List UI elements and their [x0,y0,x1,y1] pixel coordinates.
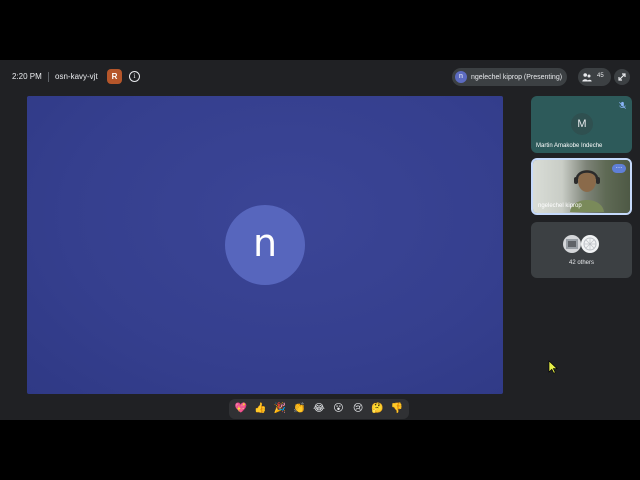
presenter-chip[interactable]: n ngelechel kiprop (Presenting) [452,68,568,86]
presentation-stage[interactable]: n [27,96,503,394]
info-icon[interactable]: i [129,71,140,82]
surprised-reaction[interactable]: 😮 [331,401,347,417]
participant-avatar: M [571,113,593,135]
sad-reaction[interactable]: 😢 [350,401,366,417]
participant-name: Martin Amakobe Indeche [536,143,603,149]
meeting-code: osn-kavy-vjt [55,72,98,81]
divider [48,72,49,82]
presenter-avatar: n [455,71,467,83]
thumbs-up-reaction[interactable]: 👍 [252,401,268,417]
thinking-reaction[interactable]: 🤔 [370,401,386,417]
expand-button[interactable] [614,69,630,85]
recording-icon[interactable]: R [107,69,122,84]
meeting-time: 2:20 PM [12,72,42,81]
participant-tile-martin[interactable]: M Martin Amakobe Indeche [531,96,632,153]
sparkling-heart-reaction[interactable]: 💖 [233,401,249,417]
party-popper-reaction[interactable]: 🎉 [272,401,288,417]
others-count-label: 42 others [568,260,595,266]
participant-count: 45 [597,73,604,79]
others-tile[interactable]: 42 others [531,222,632,278]
presenter-label: ngelechel kiprop (Presenting) [471,73,563,81]
participant-tile-ngelechel[interactable]: … ngelechel kiprop [531,158,632,215]
participant-name: ngelechel kiprop [538,203,582,209]
other-participant-avatar [563,235,581,253]
people-icon [582,73,592,82]
more-options-button[interactable]: … [612,163,626,173]
meet-window: 2:20 PM osn-kavy-vjt R i n ngelechel kip… [0,60,640,420]
laughing-reaction[interactable]: 😂 [311,401,327,417]
top-bar: 2:20 PM osn-kavy-vjt R i n ngelechel kip… [0,60,640,94]
mouse-cursor-icon [548,360,558,374]
thumbs-down-reaction[interactable]: 👎 [389,401,405,417]
reactions-bar: 💖 👍 🎉 👏 😂 😮 😢 🤔 👎 [229,399,409,419]
other-participant-avatar [581,235,599,253]
mic-off-icon [619,101,626,109]
presenter-large-avatar: n [225,205,305,285]
expand-icon [618,73,626,81]
participants-button[interactable]: 45 [578,68,611,86]
clapping-reaction[interactable]: 👏 [291,401,307,417]
